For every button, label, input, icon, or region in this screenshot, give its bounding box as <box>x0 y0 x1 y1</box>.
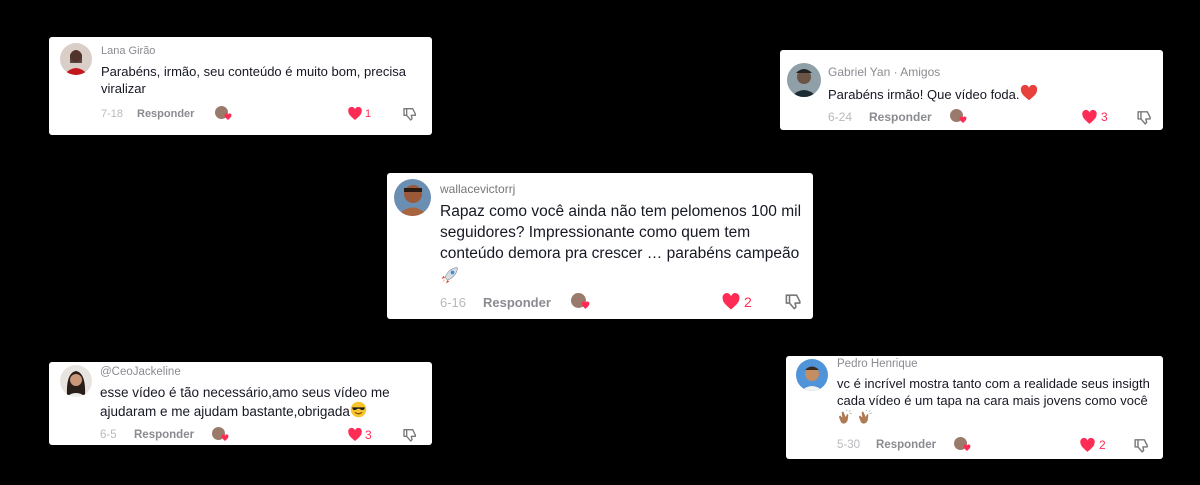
like-count: 3 <box>365 428 372 442</box>
dislike-button[interactable] <box>1133 437 1150 457</box>
avatar-photo-icon <box>64 50 88 75</box>
thumbs-down-icon <box>1137 111 1151 125</box>
comment-card: Pedro Henrique vc é incrível mostra tant… <box>786 356 1163 459</box>
like-button[interactable]: 1 <box>347 106 371 122</box>
thumbs-down-icon <box>403 108 416 121</box>
comment-actions: 6-16 Responder 2 <box>387 292 813 312</box>
like-count: 1 <box>365 108 372 120</box>
avatar[interactable] <box>60 365 92 397</box>
comment-text: Parabéns irmão! Que vídeo foda. <box>828 85 1148 104</box>
dislike-button[interactable] <box>402 106 418 125</box>
creator-liked-avatar <box>212 427 229 441</box>
comment-username[interactable]: @CeoJackeline <box>100 366 181 378</box>
thumbs-down-icon <box>785 294 801 310</box>
comment-date: 6-5 <box>100 429 117 441</box>
avatar-photo-icon <box>791 69 817 97</box>
dislike-button[interactable] <box>1136 109 1153 129</box>
comment-text: esse vídeo é tão necessário,amo seus víd… <box>100 385 390 420</box>
like-count: 2 <box>744 294 752 310</box>
comment-card: Lana Girão Parabéns, irmão, seu conteúdo… <box>49 37 432 135</box>
reply-button[interactable]: Responder <box>876 439 936 451</box>
rocket-icon <box>441 266 458 284</box>
thumbs-down-icon <box>403 429 416 442</box>
creator-liked-avatar <box>215 106 232 120</box>
reply-button[interactable]: Responder <box>134 429 194 441</box>
heart-icon <box>348 427 362 441</box>
heart-icon <box>224 113 232 120</box>
like-count: 3 <box>1101 110 1108 124</box>
smiling-face-with-sunglasses-icon <box>350 401 367 418</box>
comment-card: Gabriel Yan · Amigos Parabéns irmão! Que… <box>780 50 1163 130</box>
red-heart-icon <box>1020 85 1037 101</box>
like-button[interactable]: 3 <box>1081 109 1108 126</box>
like-button[interactable]: 3 <box>347 427 372 443</box>
heart-icon <box>348 106 362 120</box>
comment-text: Rapaz como você ainda não tem pelomenos … <box>440 202 805 290</box>
comment-actions: 7-18 Responder 1 <box>49 106 432 122</box>
clapping-hands-icon <box>839 409 852 424</box>
like-count: 2 <box>1099 438 1106 452</box>
avatar-photo-icon <box>66 371 86 397</box>
reply-button[interactable]: Responder <box>137 108 194 120</box>
avatar-photo-icon <box>801 366 823 391</box>
comment-actions: 5-30 Responder 2 <box>786 437 1163 454</box>
comment-username[interactable]: Lana Girão <box>101 45 155 57</box>
comment-date: 6-24 <box>828 110 853 124</box>
like-button[interactable]: 2 <box>1079 437 1106 454</box>
comment-actions: 6-24 Responder 3 <box>780 109 1163 126</box>
heart-icon <box>1080 437 1095 452</box>
avatar[interactable] <box>796 359 828 391</box>
avatar-photo-icon <box>397 185 428 216</box>
creator-liked-avatar <box>571 293 590 309</box>
reply-button[interactable]: Responder <box>869 110 932 124</box>
avatar[interactable] <box>787 63 821 97</box>
clapping-hands-icon <box>858 409 872 424</box>
comment-actions: 6-5 Responder 3 <box>49 427 432 443</box>
comment-card: wallacevictorrj Rapaz como você ainda nã… <box>387 173 813 319</box>
dislike-button[interactable] <box>402 427 418 446</box>
heart-icon <box>1082 109 1097 124</box>
comment-date: 7-18 <box>101 108 124 120</box>
comment-username[interactable]: wallacevictorrj <box>440 182 515 196</box>
comment-text: vc é incrível mostra tanto com a realida… <box>837 376 1157 428</box>
avatar[interactable] <box>394 179 431 216</box>
comment-date: 5-30 <box>837 439 861 451</box>
reply-button[interactable]: Responder <box>483 295 551 310</box>
heart-icon <box>959 116 967 123</box>
avatar[interactable] <box>60 43 92 75</box>
heart-icon <box>722 293 740 310</box>
dislike-button[interactable] <box>784 292 803 314</box>
comment-card: @CeoJackeline esse vídeo é tão necessári… <box>49 362 432 445</box>
comment-username[interactable]: Gabriel Yan · Amigos <box>828 65 940 79</box>
heart-icon <box>221 434 229 441</box>
thumbs-down-icon <box>1134 439 1148 453</box>
creator-liked-avatar <box>954 437 971 451</box>
like-button[interactable]: 2 <box>721 292 752 312</box>
comment-username[interactable]: Pedro Henrique <box>837 358 918 370</box>
comment-date: 6-16 <box>440 294 467 310</box>
heart-icon <box>963 444 971 451</box>
heart-icon <box>581 301 590 309</box>
comment-text: Parabéns, irmão, seu conteúdo é muito bo… <box>101 64 406 96</box>
creator-liked-avatar <box>950 109 967 123</box>
